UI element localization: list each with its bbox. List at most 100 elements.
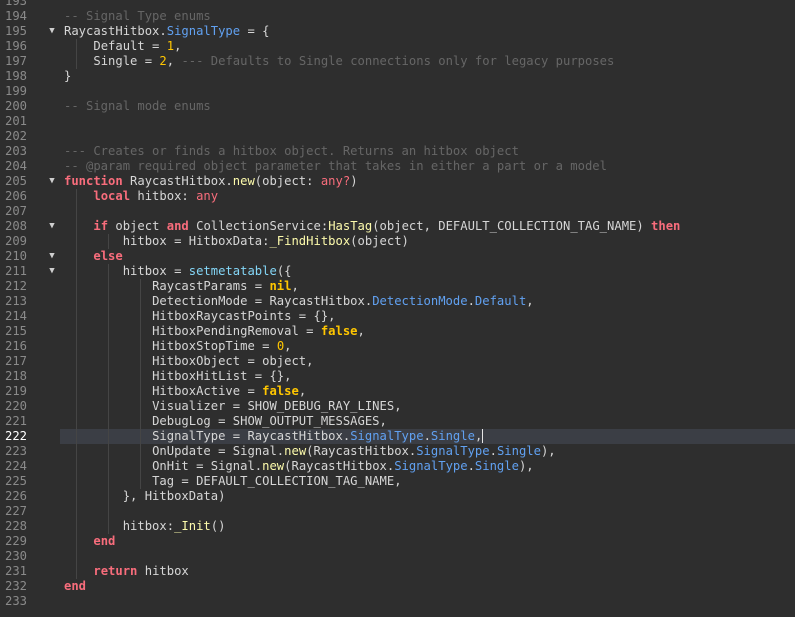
code-line[interactable] [60, 594, 795, 609]
gutter-line[interactable]: 220 [0, 399, 60, 414]
gutter-line[interactable]: 212 [0, 279, 60, 294]
code-line[interactable] [60, 504, 795, 519]
fold-open-icon[interactable]: ▼ [47, 249, 57, 264]
gutter-line[interactable]: 201 [0, 114, 60, 129]
line-number: 200 [5, 99, 28, 113]
gutter-line[interactable]: 209 [0, 234, 60, 249]
gutter-line[interactable]: 229 [0, 534, 60, 549]
code-token: . [423, 429, 431, 443]
code-line[interactable]: hitbox = setmetatable({ [60, 264, 795, 279]
gutter-line[interactable]: 202 [0, 129, 60, 144]
code-line[interactable] [60, 84, 795, 99]
code-token: else [93, 249, 123, 263]
gutter-line[interactable]: 231 [0, 564, 60, 579]
code-line[interactable]: HitboxRaycastPoints = {}, [60, 309, 795, 324]
indent-guide [76, 489, 77, 504]
code-line[interactable]: end [60, 579, 795, 594]
gutter-line[interactable]: 224 [0, 459, 60, 474]
gutter-line[interactable]: 232 [0, 579, 60, 594]
line-number: 217 [5, 354, 28, 368]
code-line[interactable]: DetectionMode = RaycastHitbox.DetectionM… [60, 294, 795, 309]
code-token: setmetatable [188, 264, 277, 278]
gutter-line[interactable]: 205 ▼ [0, 174, 60, 189]
gutter-line[interactable]: 197 [0, 54, 60, 69]
code-line[interactable]: OnUpdate = Signal.new(RaycastHitbox.Sign… [60, 444, 795, 459]
code-line[interactable]: } [60, 69, 795, 84]
gutter-line[interactable]: 217 [0, 354, 60, 369]
gutter-line[interactable]: 221 [0, 414, 60, 429]
code-line[interactable]: HitboxActive = false, [60, 384, 795, 399]
code-token: hitbox [137, 564, 189, 578]
gutter-line[interactable]: 223 [0, 444, 60, 459]
code-line[interactable]: else [60, 249, 795, 264]
fold-open-icon[interactable]: ▼ [47, 219, 57, 234]
gutter-line[interactable]: 233 [0, 594, 60, 609]
code-line[interactable] [60, 204, 795, 219]
gutter-line[interactable]: 204 [0, 159, 60, 174]
code-line[interactable] [60, 549, 795, 564]
code-line[interactable] [60, 129, 795, 144]
code-line[interactable]: --- Creates or finds a hitbox object. Re… [60, 144, 795, 159]
code-line[interactable]: HitboxObject = object, [60, 354, 795, 369]
code-line[interactable]: local hitbox: any [60, 189, 795, 204]
code-token: OnUpdate = Signal. [152, 444, 285, 458]
gutter-line[interactable]: 199 [0, 84, 60, 99]
code-line[interactable] [60, 114, 795, 129]
code-line[interactable]: -- Signal mode enums [60, 99, 795, 114]
code-line[interactable]: hitbox = HitboxData:_FindHitbox(object) [60, 234, 795, 249]
gutter-line[interactable]: 196 [0, 39, 60, 54]
code-line[interactable]: end [60, 534, 795, 549]
fold-open-icon[interactable]: ▼ [47, 264, 57, 279]
code-line[interactable]: HitboxPendingRemoval = false, [60, 324, 795, 339]
gutter-line[interactable]: 230 [0, 549, 60, 564]
code-line[interactable]: if object and CollectionService:HasTag(o… [60, 219, 795, 234]
gutter-line[interactable]: 216 [0, 339, 60, 354]
code-line[interactable]: Single = 2, --- Defaults to Single conne… [60, 54, 795, 69]
gutter-line[interactable]: 227 [0, 504, 60, 519]
line-number-gutter[interactable]: 193 194 195 ▼ 196 197 198 199 200 201 202 203 204 205… [0, 0, 60, 617]
gutter-line[interactable]: 208 ▼ [0, 219, 60, 234]
gutter-line[interactable]: 211 ▼ [0, 264, 60, 279]
code-line[interactable]: HitboxHitList = {}, [60, 369, 795, 384]
code-line[interactable]: OnHit = Signal.new(RaycastHitbox.SignalT… [60, 459, 795, 474]
code-line[interactable]: }, HitboxData) [60, 489, 795, 504]
line-number: 203 [5, 144, 28, 158]
gutter-line[interactable]: 193 [0, 0, 60, 9]
gutter-line[interactable]: 200 [0, 99, 60, 114]
gutter-line[interactable]: 222 [0, 429, 60, 444]
script-editor[interactable]: 193 194 195 ▼ 196 197 198 199 200 201 202 203 204 205… [0, 0, 795, 617]
fold-open-icon[interactable]: ▼ [47, 174, 57, 189]
gutter-line[interactable]: 210 ▼ [0, 249, 60, 264]
code-line[interactable]: -- Signal Type enums [60, 9, 795, 24]
gutter-line[interactable]: 226 [0, 489, 60, 504]
code-line[interactable]: return hitbox [60, 564, 795, 579]
code-line[interactable]: hitbox:_Init() [60, 519, 795, 534]
code-line[interactable]: RaycastHitbox.SignalType = { [60, 24, 795, 39]
gutter-line[interactable]: 195 ▼ [0, 24, 60, 39]
gutter-line[interactable]: 214 [0, 309, 60, 324]
gutter-line[interactable]: 218 [0, 369, 60, 384]
code-line[interactable]: -- @param required object parameter that… [60, 159, 795, 174]
gutter-line[interactable]: 228 [0, 519, 60, 534]
gutter-line[interactable]: 215 [0, 324, 60, 339]
gutter-line[interactable]: 194 [0, 9, 60, 24]
gutter-line[interactable]: 198 [0, 69, 60, 84]
line-number: 208 [5, 219, 28, 233]
code-line[interactable]: Default = 1, [60, 39, 795, 54]
gutter-line[interactable]: 225 [0, 474, 60, 489]
gutter-line[interactable]: 207 [0, 204, 60, 219]
gutter-line[interactable]: 203 [0, 144, 60, 159]
code-line[interactable]: SignalType = RaycastHitbox.SignalType.Si… [60, 429, 795, 444]
code-line[interactable] [60, 0, 795, 9]
code-line[interactable]: function RaycastHitbox.new(object: any?) [60, 174, 795, 189]
code-area[interactable]: -- Signal Type enums RaycastHitbox.Signal… [60, 0, 795, 617]
gutter-line[interactable]: 206 [0, 189, 60, 204]
code-line[interactable]: RaycastParams = nil, [60, 279, 795, 294]
code-line[interactable]: Visualizer = SHOW_DEBUG_RAY_LINES, [60, 399, 795, 414]
code-line[interactable]: HitboxStopTime = 0, [60, 339, 795, 354]
gutter-line[interactable]: 213 [0, 294, 60, 309]
code-line[interactable]: DebugLog = SHOW_OUTPUT_MESSAGES, [60, 414, 795, 429]
gutter-line[interactable]: 219 [0, 384, 60, 399]
code-line[interactable]: Tag = DEFAULT_COLLECTION_TAG_NAME, [60, 474, 795, 489]
fold-open-icon[interactable]: ▼ [47, 24, 57, 39]
